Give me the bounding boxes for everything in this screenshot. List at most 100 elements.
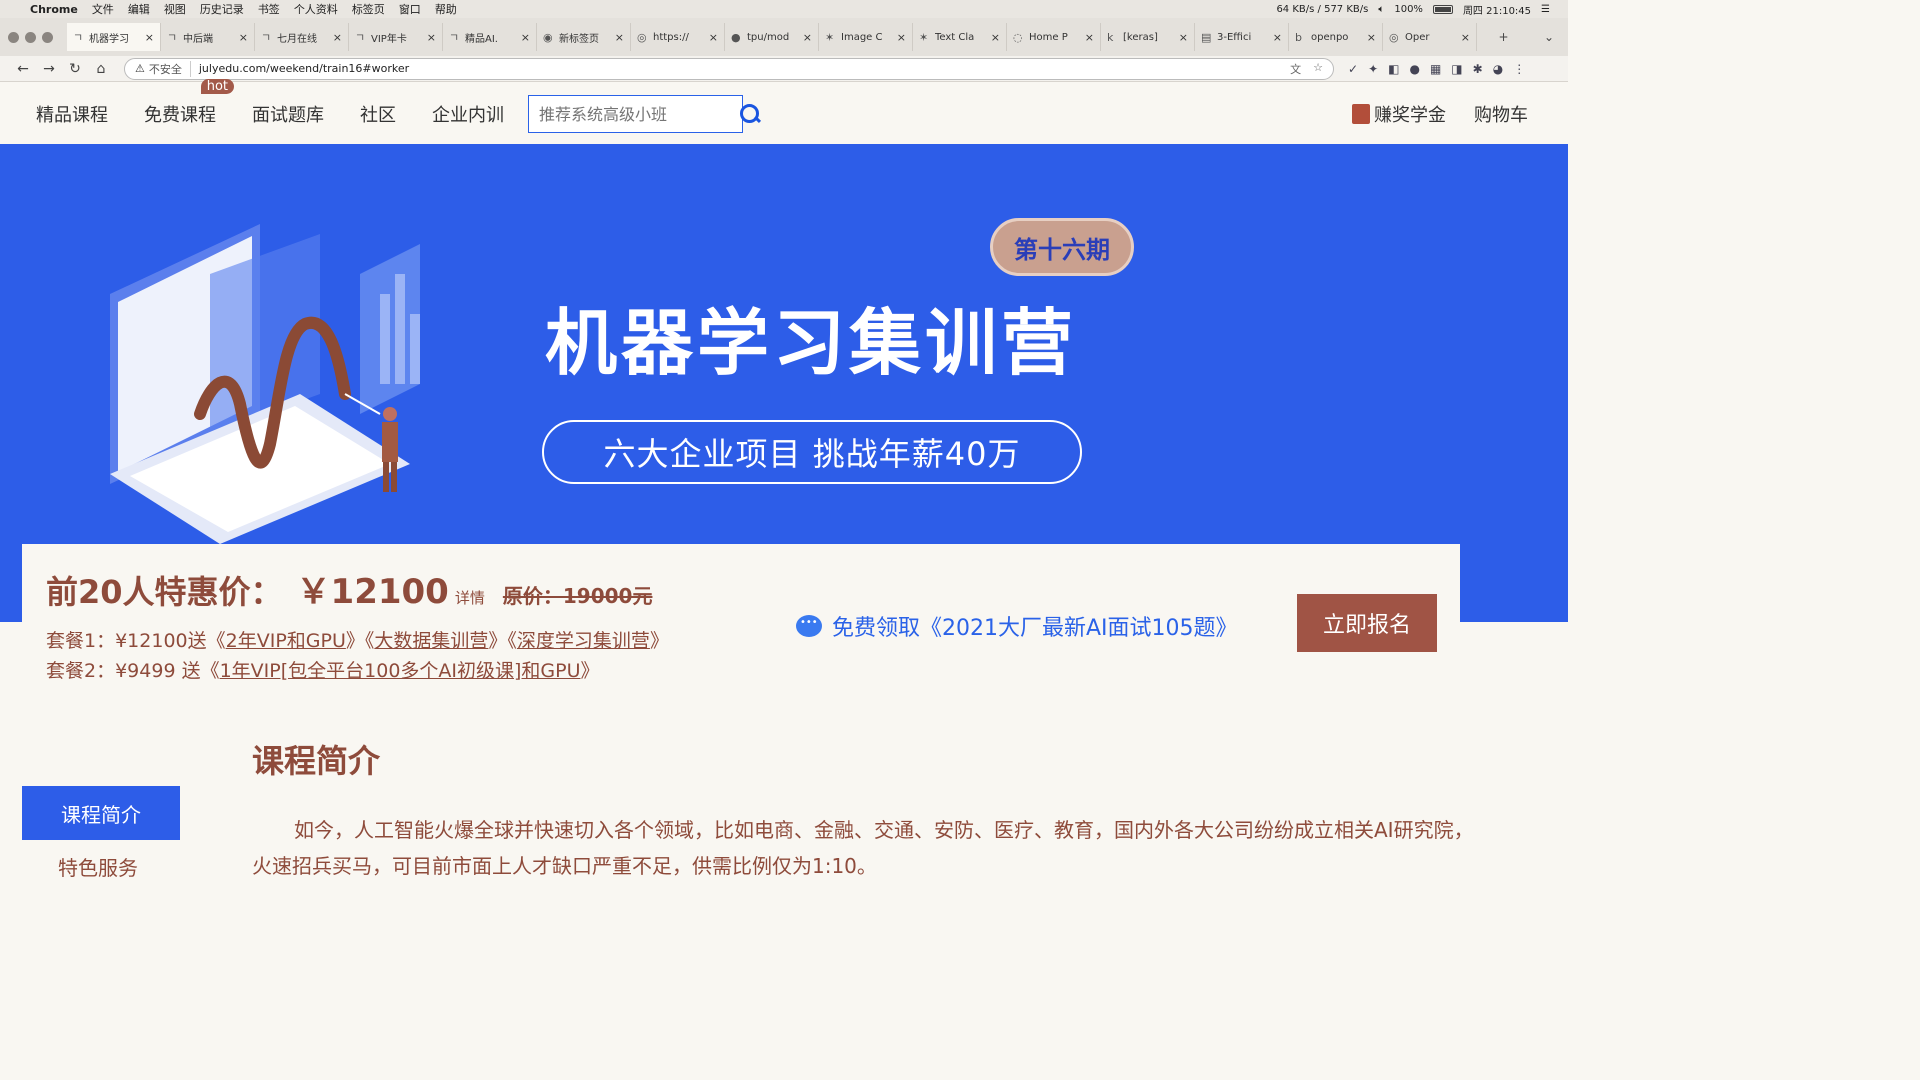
clock[interactable]: 周四 21:10:45 bbox=[1463, 2, 1531, 17]
package-link-deeplearning[interactable]: 深度学习集训营 bbox=[517, 630, 650, 652]
search-input[interactable] bbox=[539, 104, 739, 124]
menu-kebab-icon[interactable]: ⋮ bbox=[1513, 62, 1525, 76]
url-field[interactable]: ⚠ 不安全 julyedu.com/weekend/train16#worker… bbox=[124, 57, 1334, 80]
package-1: 套餐1：¥12100送《2年VIP和GPU》《大数据集训营》《深度学习集训营》 bbox=[46, 630, 669, 652]
warning-icon[interactable]: ⚠ bbox=[135, 62, 145, 75]
nav-enterprise-training[interactable]: 企业内训 bbox=[432, 101, 504, 127]
signup-button[interactable]: 立即报名 bbox=[1297, 594, 1437, 652]
browser-tab[interactable]: ㄱ VIP年卡 × bbox=[349, 23, 443, 51]
forward-icon[interactable]: → bbox=[36, 61, 62, 77]
browser-tab[interactable]: ㄱ机器学习 × bbox=[67, 23, 161, 51]
julyedu-icon: ㄱ bbox=[449, 31, 460, 44]
tab-close-icon[interactable]: × bbox=[333, 31, 342, 44]
browser-tab[interactable]: ㄱ中后端 × bbox=[161, 23, 255, 51]
tab-close-icon[interactable]: × bbox=[1367, 31, 1376, 44]
tab-close-icon[interactable]: × bbox=[803, 31, 812, 44]
browser-tab[interactable]: ▤ 3-Effici × bbox=[1195, 23, 1289, 51]
package-link-vip-gpu[interactable]: 2年VIP和GPU bbox=[226, 630, 346, 652]
nav-community[interactable]: 社区 bbox=[360, 101, 396, 127]
menu-view[interactable]: 视图 bbox=[164, 1, 186, 17]
browser-tab[interactable]: ◌ Home P × bbox=[1007, 23, 1101, 51]
github-icon: ● bbox=[731, 30, 741, 44]
k-icon: k bbox=[1107, 30, 1114, 44]
insecure-label[interactable]: 不安全 bbox=[149, 60, 191, 77]
menu-window[interactable]: 窗口 bbox=[399, 1, 421, 17]
home-icon[interactable]: ⌂ bbox=[88, 61, 114, 77]
browser-tab[interactable]: ● tpu/mod × bbox=[725, 23, 819, 51]
tab-close-icon[interactable]: × bbox=[1461, 31, 1470, 44]
site-search bbox=[528, 95, 759, 133]
zoom-window-button[interactable] bbox=[42, 31, 53, 43]
tab-close-icon[interactable]: × bbox=[145, 31, 154, 44]
browser-tab[interactable]: ◎ Oper × bbox=[1383, 23, 1477, 51]
extension-icon[interactable]: ✦ bbox=[1368, 62, 1378, 76]
macos-menubar: Chrome 文件 编辑 视图 历史记录 书签 个人资料 标签页 窗口 帮助 6… bbox=[0, 0, 1568, 18]
extension-icon[interactable]: ◨ bbox=[1451, 62, 1462, 76]
tab-close-icon[interactable]: × bbox=[427, 31, 436, 44]
menu-app-chrome[interactable]: Chrome bbox=[30, 3, 78, 16]
tab-close-icon[interactable]: × bbox=[1273, 31, 1282, 44]
nav-free-courses[interactable]: 免费课程 hot bbox=[144, 79, 234, 127]
nav-premium-courses[interactable]: 精品课程 bbox=[36, 101, 108, 127]
menu-edit[interactable]: 编辑 bbox=[128, 1, 150, 17]
course-intro-paragraph: 如今，人工智能火爆全球并快速切入各个领域，比如电商、金融、交通、安防、医疗、教育… bbox=[252, 818, 1474, 878]
extension-icon[interactable]: ● bbox=[1409, 62, 1419, 76]
side-nav-course-intro[interactable]: 课程简介 bbox=[22, 786, 180, 840]
tab-close-icon[interactable]: × bbox=[521, 31, 530, 44]
price-value: ￥12100 bbox=[296, 572, 449, 612]
translate-icon[interactable]: 文 bbox=[1290, 61, 1301, 77]
extension-icon[interactable]: ▦ bbox=[1430, 62, 1441, 76]
browser-tab[interactable]: ㄱ七月在线 × bbox=[255, 23, 349, 51]
browser-tab[interactable]: ✶ Image C × bbox=[819, 23, 913, 51]
original-price: 原价：19000元 bbox=[502, 584, 653, 608]
new-tab-icon[interactable]: + bbox=[1498, 30, 1508, 44]
close-window-button[interactable] bbox=[8, 31, 19, 43]
url-text[interactable]: julyedu.com/weekend/train16#worker bbox=[199, 62, 409, 75]
volume-icon[interactable]: 🔈︎ bbox=[1378, 4, 1384, 15]
extension-icon[interactable]: ✓ bbox=[1348, 62, 1358, 76]
nav-cart[interactable]: 购物车 bbox=[1474, 101, 1528, 127]
julyedu-icon: ㄱ bbox=[355, 31, 366, 44]
extension-icon[interactable]: ◧ bbox=[1388, 62, 1399, 76]
package-link-bigdata[interactable]: 大数据集训营 bbox=[374, 630, 488, 652]
price-detail-link[interactable]: 详情 bbox=[455, 587, 485, 608]
control-center-icon[interactable]: ☰ bbox=[1541, 4, 1550, 15]
browser-tab[interactable]: ◉ 新标签页 × bbox=[537, 23, 631, 51]
browser-tab[interactable]: b openpo × bbox=[1289, 23, 1383, 51]
bookmark-star-icon[interactable]: ☆ bbox=[1313, 61, 1323, 77]
tab-strip: ㄱ机器学习 × ㄱ中后端 × ㄱ七月在线 × ㄱ VIP年卡 × ㄱ精品AI. × ◉ 新标签… bbox=[0, 18, 1568, 56]
browser-tab[interactable]: ✶ Text Cla × bbox=[913, 23, 1007, 51]
menu-tabs[interactable]: 标签页 bbox=[352, 1, 385, 17]
nav-interview-bank[interactable]: 面试题库 bbox=[252, 101, 324, 127]
browser-tab[interactable]: ㄱ精品AI. × bbox=[443, 23, 537, 51]
tab-search-icon[interactable]: ⌄ bbox=[1544, 30, 1554, 44]
side-nav-features[interactable]: 特色服务 bbox=[58, 852, 138, 881]
address-bar: ← → ↻ ⌂ ⚠ 不安全 julyedu.com/weekend/train1… bbox=[0, 56, 1568, 82]
menu-file[interactable]: 文件 bbox=[92, 1, 114, 17]
tab-close-icon[interactable]: × bbox=[615, 31, 624, 44]
tab-close-icon[interactable]: × bbox=[897, 31, 906, 44]
nav-scholarship[interactable]: 赚奖学金 bbox=[1352, 101, 1446, 127]
free-offer-link[interactable]: 免费领取《2021大厂最新AI面试105题》 bbox=[796, 610, 1238, 642]
tab-close-icon[interactable]: × bbox=[1179, 31, 1188, 44]
battery-icon[interactable] bbox=[1432, 4, 1453, 14]
profile-avatar[interactable]: ◕ bbox=[1493, 62, 1503, 76]
menu-help[interactable]: 帮助 bbox=[435, 1, 457, 17]
tab-close-icon[interactable]: × bbox=[709, 31, 718, 44]
extension-icon[interactable]: ✱ bbox=[1473, 62, 1483, 76]
back-icon[interactable]: ← bbox=[10, 61, 36, 77]
reload-icon[interactable]: ↻ bbox=[62, 61, 88, 77]
browser-tab[interactable]: k [keras] × bbox=[1101, 23, 1195, 51]
package-link-vip-1year[interactable]: 1年VIP[包全平台100多个AI初级课]和GPU bbox=[220, 660, 581, 682]
tab-close-icon[interactable]: × bbox=[991, 31, 1000, 44]
minimize-window-button[interactable] bbox=[25, 31, 36, 43]
menu-bookmarks[interactable]: 书签 bbox=[258, 1, 280, 17]
browser-tab[interactable]: ◎ https://× bbox=[631, 23, 725, 51]
tab-close-icon[interactable]: × bbox=[239, 31, 248, 44]
globe-icon: ◎ bbox=[1389, 30, 1399, 44]
menu-profile[interactable]: 个人资料 bbox=[294, 1, 338, 17]
menu-history[interactable]: 历史记录 bbox=[200, 1, 244, 17]
tab-close-icon[interactable]: × bbox=[1085, 31, 1094, 44]
julyedu-icon: ㄱ bbox=[261, 31, 272, 44]
chat-bubble-icon bbox=[796, 615, 822, 637]
